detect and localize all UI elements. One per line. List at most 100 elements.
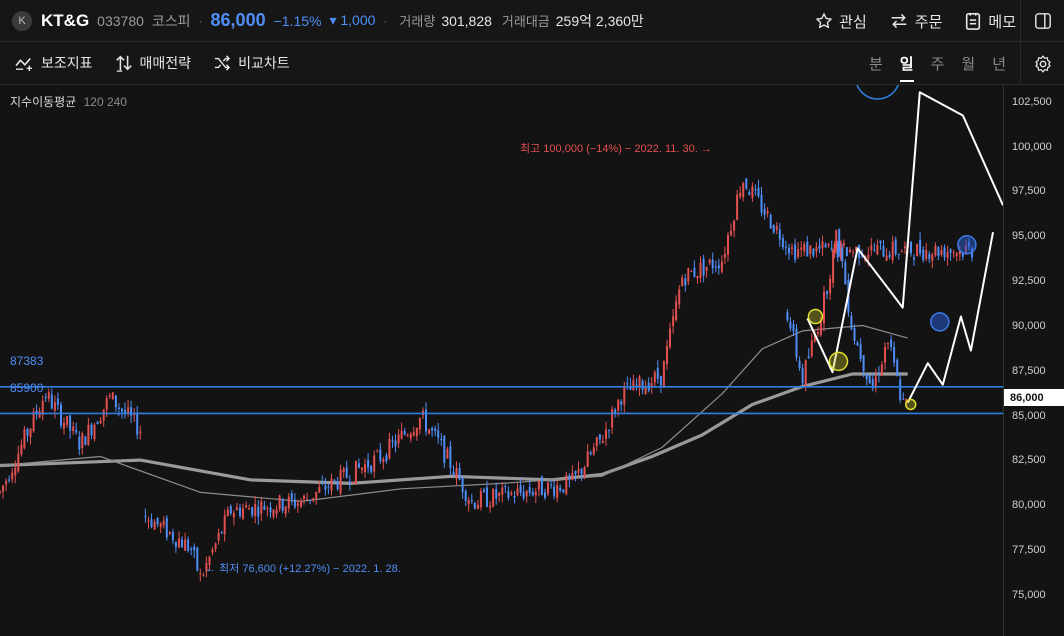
ma-legend-params: 120 240 — [83, 95, 127, 109]
highlight-marker — [828, 351, 849, 372]
memo-icon — [966, 12, 981, 30]
candle-body — [260, 501, 263, 514]
chart-toolbar: 보조지표 매매전략 비교차트 분 일 주 월 년 — [0, 42, 1064, 85]
candle-body — [382, 459, 385, 462]
candle-body — [147, 520, 150, 522]
candle-body — [902, 398, 905, 400]
candle-body — [284, 506, 287, 515]
candle-body — [781, 238, 784, 248]
candle-body — [489, 505, 492, 508]
candle-body — [486, 487, 488, 507]
candle-body — [810, 340, 813, 356]
candle-body — [406, 435, 409, 437]
candle-body — [931, 254, 934, 261]
candle-body — [333, 479, 336, 481]
candle-body — [952, 252, 955, 254]
stock-header: K KT&G 033780 코스피 · 86,000 −1.15% ▾ 1,00… — [0, 0, 1064, 42]
candle-body — [136, 413, 139, 435]
candle-body — [300, 501, 302, 507]
candle-body — [513, 496, 516, 498]
candle-body — [934, 245, 937, 256]
candle-body — [102, 409, 105, 421]
candle-body — [574, 471, 577, 475]
candle-body — [708, 259, 711, 264]
candle-body — [519, 485, 522, 493]
indicator-button[interactable]: 보조지표 — [14, 53, 93, 73]
candle-body — [397, 434, 400, 444]
watchlist-button[interactable]: 관심 — [815, 11, 867, 32]
price-axis[interactable]: 102,500 100,000 97,500 95,000 92,500 90,… — [1003, 85, 1064, 636]
memo-button[interactable]: 메모 — [964, 11, 1016, 32]
candle-body — [431, 428, 434, 431]
candle-body — [946, 252, 949, 258]
candle-body — [226, 509, 229, 516]
candle-body — [827, 243, 830, 246]
candle-body — [608, 430, 610, 431]
candle-body — [769, 214, 772, 229]
candle-body — [400, 430, 403, 439]
volume-value: 301,828 — [441, 12, 492, 29]
candle-body — [127, 407, 130, 414]
candle-body — [75, 429, 78, 433]
candle-body — [733, 220, 736, 231]
candle-body — [47, 392, 50, 399]
side-panel-toggle[interactable] — [1020, 0, 1064, 42]
candle-body — [868, 374, 871, 384]
candle-body — [443, 435, 446, 463]
candle-body — [449, 446, 452, 469]
period-week[interactable]: 주 — [931, 53, 945, 74]
candle-body — [598, 434, 601, 440]
period-year[interactable]: 년 — [992, 53, 1006, 74]
candle-body — [891, 241, 894, 260]
candle-body — [50, 394, 53, 409]
candle-body — [428, 429, 431, 434]
candle-body — [105, 398, 108, 410]
candle-body — [885, 255, 888, 261]
candle-body — [865, 373, 868, 380]
level-label-lower: 85900 — [10, 381, 44, 395]
candle-body — [595, 437, 598, 447]
candle-body — [388, 438, 391, 459]
price-chart[interactable]: 지수이동평균 120 240 87383 85900 최고 100,000 (−… — [0, 85, 1064, 636]
candle-body — [473, 502, 476, 509]
chart-settings-button[interactable] — [1020, 42, 1064, 85]
indicator-label: 보조지표 — [41, 55, 93, 71]
candle-body — [412, 432, 415, 436]
candle-body — [361, 467, 363, 470]
candle-body — [446, 448, 449, 459]
high-annotation: 최고 100,000 (−14%) − 2022. 11. 30. → — [520, 143, 712, 155]
candle-body — [745, 178, 748, 189]
candle-body — [245, 505, 248, 508]
candle-body — [373, 455, 376, 472]
current-price-tag: 86,000 — [1004, 389, 1064, 406]
y-tick: 90,000 — [1012, 320, 1046, 332]
candle-body — [174, 541, 177, 547]
candle-body — [394, 440, 397, 447]
candle-body — [681, 277, 684, 286]
candle-body — [877, 373, 880, 375]
y-tick: 95,000 — [1012, 230, 1046, 242]
y-tick: 77,500 — [1012, 544, 1046, 556]
candle-body — [23, 429, 26, 448]
candle-body — [890, 339, 893, 348]
candle-body — [5, 480, 8, 485]
candle-body — [409, 433, 412, 439]
candlestick-plot[interactable] — [0, 85, 1003, 636]
candle-body — [229, 506, 232, 514]
candle-body — [11, 472, 14, 480]
candle-body — [684, 278, 687, 286]
candle-body — [763, 208, 766, 216]
candle-body — [531, 491, 534, 496]
candle-body — [867, 254, 870, 259]
compare-button[interactable]: 비교차트 — [213, 53, 290, 73]
order-button[interactable]: 주문 — [889, 11, 942, 32]
candle-body — [266, 508, 269, 510]
period-day[interactable]: 일 — [899, 53, 914, 82]
candle-body — [547, 482, 549, 494]
strategy-button[interactable]: 매매전략 — [115, 53, 191, 73]
period-month[interactable]: 월 — [961, 53, 975, 74]
period-minute[interactable]: 분 — [869, 53, 883, 74]
candle-body — [807, 356, 810, 358]
level-label-upper: 87383 — [10, 354, 44, 368]
candle-body — [391, 440, 394, 442]
